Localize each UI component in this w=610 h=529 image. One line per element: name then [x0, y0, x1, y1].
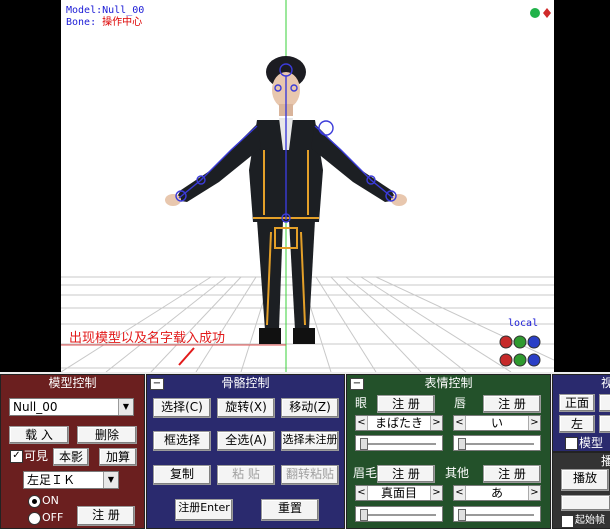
bone-panel: − 骨骼控制 选择(C) 旋转(X) 移动(Z) 框选择 全选(A) 选择未注册…: [146, 374, 345, 529]
bone-panel-title: 骨骼控制: [221, 376, 270, 390]
select-all-button[interactable]: 全选(A): [217, 431, 275, 451]
start-frame-label: 起始帧: [575, 515, 605, 526]
load-button[interactable]: 载 入: [9, 426, 69, 444]
eye-register-button[interactable]: 注 册: [377, 395, 435, 413]
select-button[interactable]: 选择(C): [153, 398, 211, 418]
viewport-info: Model:Null_00 Bone: 操作中心: [66, 5, 144, 29]
eye-morph-slider[interactable]: [355, 435, 443, 451]
view-panel-title: 视: [601, 376, 610, 390]
left-view-button[interactable]: 左: [559, 415, 595, 433]
control-area: 模型控制 Null_00 ▼ 载 入 删除 ✓ 可見 本影 加算 左足ＩＫ ▼ ON…: [0, 372, 610, 529]
other-register-button[interactable]: 注 册: [483, 465, 541, 483]
chevron-left-icon[interactable]: <: [356, 416, 368, 430]
model-panel-title: 模型控制: [48, 376, 97, 390]
on-label: ON: [42, 494, 59, 507]
flip-paste-button[interactable]: 翻转粘贴: [281, 465, 339, 485]
visible-checkbox[interactable]: ✓: [10, 450, 23, 463]
play-panel-title: 播: [601, 454, 610, 468]
local-label: local: [508, 318, 539, 329]
view-extra-button[interactable]: [599, 394, 610, 412]
annotation-text: 出现模型以及名字载入成功: [69, 331, 226, 346]
rotate-button[interactable]: 旋转(X): [217, 398, 275, 418]
chevron-left-icon[interactable]: <: [454, 416, 466, 430]
model-view-label: 模型: [579, 436, 604, 450]
off-label: OFF: [42, 511, 64, 524]
model-register-button[interactable]: 注 册: [77, 506, 135, 526]
zoom-gizmo-icon[interactable]: [530, 8, 540, 18]
lip-label: 唇: [454, 396, 467, 410]
viewport-canvas: [61, 0, 554, 372]
off-radio[interactable]: [28, 512, 41, 525]
brow-morph-spinner[interactable]: < 真面目 >: [355, 485, 443, 501]
model-panel: 模型控制 Null_00 ▼ 载 入 删除 ✓ 可見 本影 加算 左足ＩＫ ▼ ON…: [0, 374, 145, 529]
brow-register-button[interactable]: 注 册: [377, 465, 435, 483]
bone-readout: Bone: 操作中心: [66, 17, 143, 28]
ik-select[interactable]: 左足ＩＫ ▼: [23, 471, 119, 489]
move-button[interactable]: 移动(Z): [281, 398, 339, 418]
shadow-button[interactable]: 本影: [53, 448, 89, 466]
eye-label: 眼: [355, 396, 368, 410]
other-label: 其他: [445, 466, 470, 480]
copy-button[interactable]: 复制: [153, 465, 211, 485]
play-extra-field[interactable]: [561, 495, 610, 511]
brow-label: 眉毛: [353, 466, 378, 480]
chevron-down-icon: ▼: [103, 472, 118, 488]
face-panel: − 表情控制 眼 注 册 唇 注 册 < まばたき > < い > 眉毛 注 册…: [346, 374, 551, 529]
3d-viewport[interactable]: Model:Null_00 Bone: 操作中心 local 出现模型以及名字载…: [61, 0, 554, 372]
other-morph-spinner[interactable]: < あ >: [453, 485, 541, 501]
annotation-arrow-icon: [178, 347, 195, 366]
select-unregistered-button[interactable]: 选择未注册: [281, 431, 339, 451]
lip-morph-spinner[interactable]: < い >: [453, 415, 541, 431]
other-morph-slider[interactable]: [453, 506, 541, 522]
play-button[interactable]: 播放: [561, 469, 609, 491]
brow-morph-slider[interactable]: [355, 506, 443, 522]
lip-register-button[interactable]: 注 册: [483, 395, 541, 413]
model-view-checkbox[interactable]: [565, 437, 578, 450]
box-select-button[interactable]: 框选择: [153, 431, 211, 451]
eye-morph-spinner[interactable]: < まばたき >: [355, 415, 443, 431]
start-frame-checkbox[interactable]: [561, 515, 574, 528]
view-panel: 视 正面 左 模型: [552, 374, 610, 452]
model-readout: Model:Null_00: [66, 5, 145, 16]
face-panel-title: 表情控制: [424, 376, 473, 390]
chevron-right-icon[interactable]: >: [528, 486, 540, 500]
chevron-left-icon[interactable]: <: [356, 486, 368, 500]
chevron-left-icon[interactable]: <: [454, 486, 466, 500]
visible-label: 可見: [24, 449, 49, 463]
on-radio[interactable]: [28, 495, 41, 508]
front-view-button[interactable]: 正面: [559, 394, 595, 412]
chevron-right-icon[interactable]: >: [528, 416, 540, 430]
play-panel: 播 播放 起始帧: [552, 452, 610, 529]
chevron-right-icon[interactable]: >: [430, 416, 442, 430]
chevron-down-icon: ▼: [118, 399, 133, 415]
reset-button[interactable]: 重置: [261, 499, 319, 521]
move-gizmo-icon[interactable]: [543, 8, 551, 18]
model-select[interactable]: Null_00 ▼: [9, 398, 134, 416]
paste-button[interactable]: 粘 贴: [217, 465, 275, 485]
chevron-right-icon[interactable]: >: [430, 486, 442, 500]
view-extra-button-2[interactable]: [599, 415, 610, 433]
add-blend-button[interactable]: 加算: [99, 448, 137, 466]
lip-morph-slider[interactable]: [453, 435, 541, 451]
register-enter-button[interactable]: 注册Enter: [175, 499, 233, 521]
delete-button[interactable]: 删除: [77, 426, 137, 444]
